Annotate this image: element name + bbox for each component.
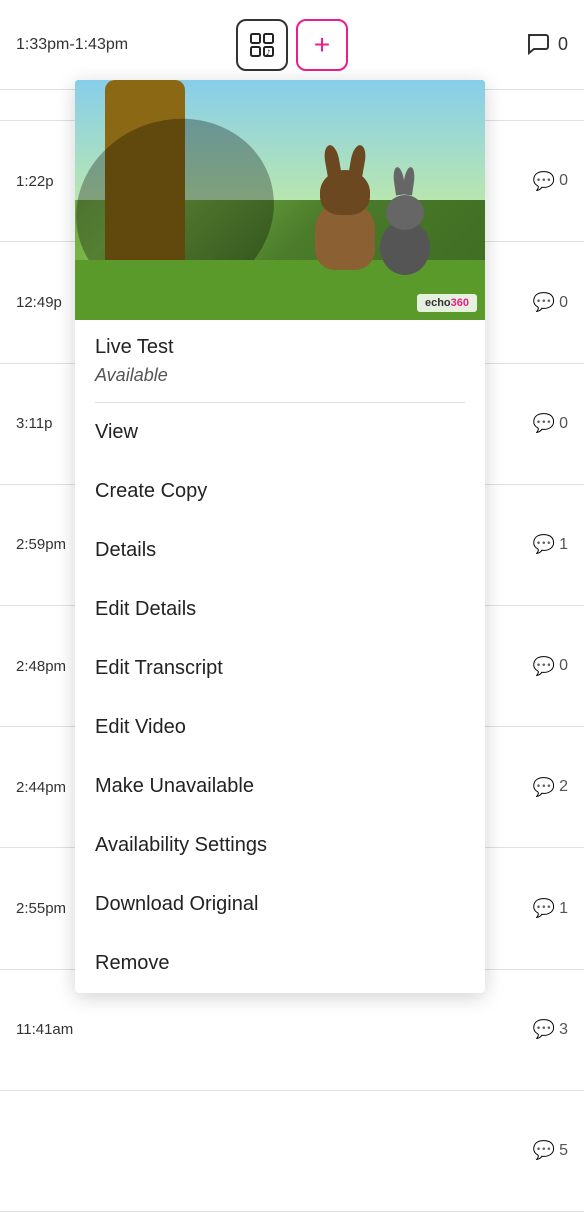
row-count: 💬 1 [533,534,568,555]
menu-item-availability-settings[interactable]: Availability Settings [75,816,485,875]
comment-icon: 💬 [533,171,555,192]
menu-item-view[interactable]: View [75,403,485,462]
row-time: 2:55pm [16,900,66,917]
row-time: 3:11p [16,415,52,432]
plus-icon: + [314,29,330,61]
comment-count: 0 [558,34,568,55]
comment-icon: 💬 [533,1019,555,1040]
grid-button[interactable]: ♪ [236,19,288,71]
row-count: 💬 2 [533,777,568,798]
echo-brand-360: 360 [451,297,469,309]
row-count: 💬 0 [533,656,568,677]
row-count: 💬 3 [533,1019,568,1040]
media-title: Live Test [75,320,485,363]
dropdown-menu: echo360 Live Test Available View Create … [75,80,485,993]
menu-item-make-unavailable[interactable]: Make Unavailable [75,757,485,816]
row-time: 1:22p [16,173,54,190]
menu-item-edit-details[interactable]: Edit Details [75,580,485,639]
rabbit-figure [375,195,435,275]
comment-icon: 💬 [533,656,555,677]
row-count: 💬 0 [533,171,568,192]
comment-icon: 💬 [533,292,555,313]
menu-item-download-original[interactable]: Download Original [75,875,485,934]
echo360-watermark: echo360 [417,294,477,312]
comment-icon: 💬 [533,1140,555,1161]
comment-icon: 💬 [533,413,555,434]
comment-icon [526,33,554,57]
comment-icon: 💬 [533,534,555,555]
row-time: 2:44pm [16,779,66,796]
header: 1:33pm-1:43pm ♪ + 0 [0,0,584,90]
comment-icon: 💬 [533,777,555,798]
media-status: Available [75,363,485,402]
comment-icon: 💬 [533,898,555,919]
rabbit-head [386,195,424,230]
header-time-range: 1:33pm-1:43pm [16,36,128,54]
thumbnail-scene: echo360 [75,80,485,320]
deer-figure [305,170,385,270]
animal-head [320,170,370,215]
row-count: 💬 1 [533,898,568,919]
menu-item-remove[interactable]: Remove [75,934,485,993]
menu-item-details[interactable]: Details [75,521,485,580]
add-button[interactable]: + [296,19,348,71]
row-time: 2:59pm [16,536,66,553]
menu-item-edit-transcript[interactable]: Edit Transcript [75,639,485,698]
row-count: 💬 0 [533,292,568,313]
svg-text:♪: ♪ [266,48,271,57]
row-time: 11:41am [16,1021,73,1038]
menu-item-edit-video[interactable]: Edit Video [75,698,485,757]
row-time: 2:48pm [16,658,66,675]
echo-brand-echo: echo [425,297,451,309]
comment-area: 0 [526,33,568,57]
video-thumbnail: echo360 [75,80,485,320]
row-count: 💬 5 [533,1140,568,1161]
table-row: 💬 5 [0,1091,584,1212]
menu-item-create-copy[interactable]: Create Copy [75,462,485,521]
row-count: 💬 0 [533,413,568,434]
row-time: 12:49p [16,294,62,311]
